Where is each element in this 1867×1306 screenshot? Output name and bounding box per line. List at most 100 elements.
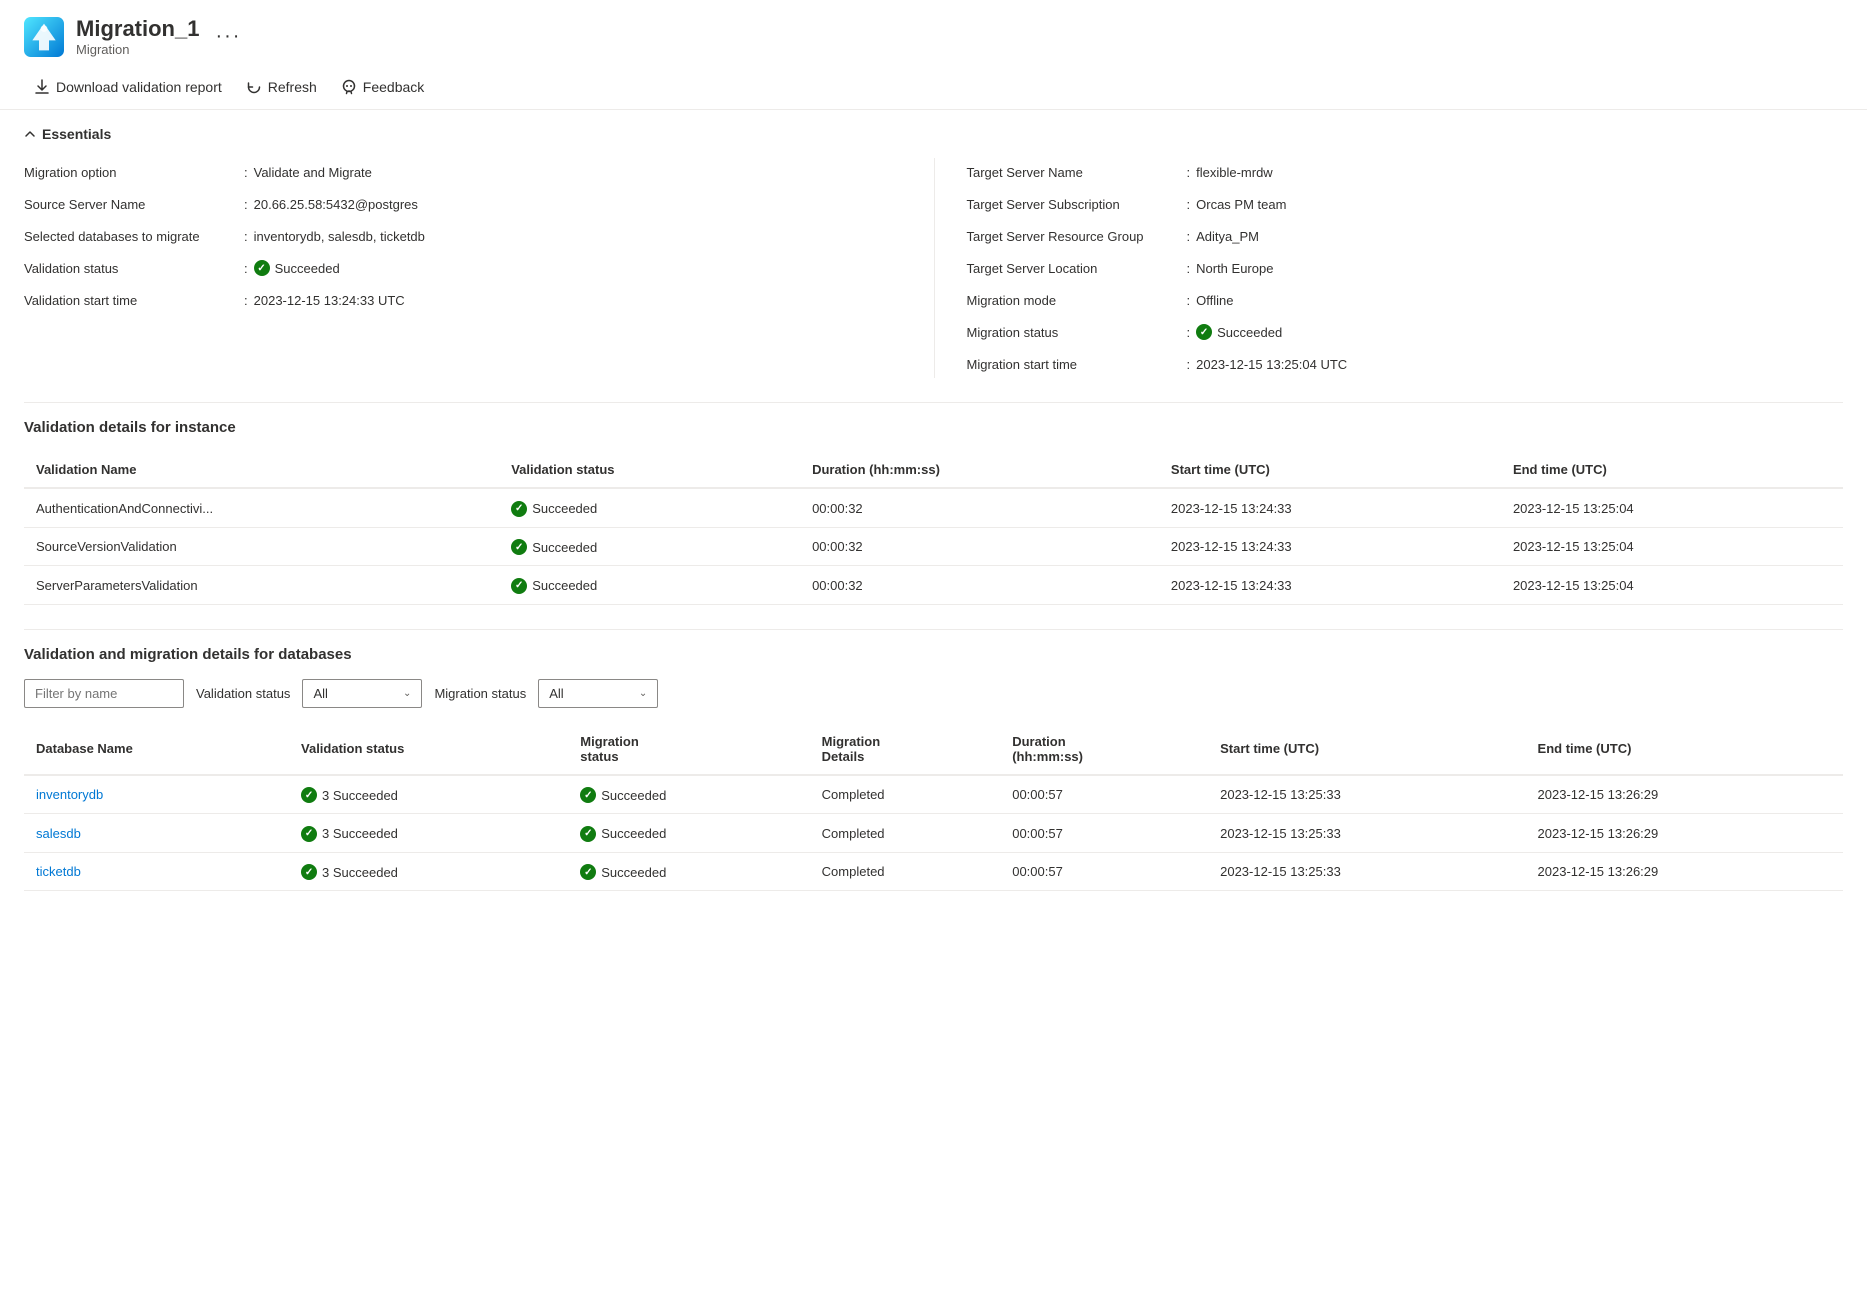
end-time-cell: 2023-12-15 13:25:04 bbox=[1501, 488, 1843, 527]
start-time-cell: 2023-12-15 13:24:33 bbox=[1159, 488, 1501, 527]
table-row: AuthenticationAndConnectivi... Succeeded… bbox=[24, 488, 1843, 527]
page-header: Migration_1 Migration ··· bbox=[0, 0, 1867, 65]
db-validation-status-cell: 3 Succeeded bbox=[289, 852, 568, 891]
refresh-icon bbox=[246, 79, 262, 95]
db-link[interactable]: ticketdb bbox=[36, 864, 81, 879]
validation-name-cell: AuthenticationAndConnectivi... bbox=[24, 488, 499, 527]
validation-status-check-icon bbox=[254, 260, 270, 276]
col-db-name: Database Name bbox=[24, 724, 289, 775]
page-title: Migration_1 bbox=[76, 16, 199, 42]
table-row: salesdb 3 Succeeded Succeeded Completed … bbox=[24, 814, 1843, 853]
table-row: ServerParametersValidation Succeeded 00:… bbox=[24, 566, 1843, 605]
download-validation-report-button[interactable]: Download validation report bbox=[24, 73, 232, 101]
migration-status-filter-label: Migration status bbox=[434, 686, 526, 701]
essentials-left: Migration option : Validate and Migrate … bbox=[24, 158, 934, 378]
db-link[interactable]: salesdb bbox=[36, 826, 81, 841]
validation-databases-table: Database Name Validation status Migratio… bbox=[24, 724, 1843, 892]
col-end-time: End time (UTC) bbox=[1501, 452, 1843, 488]
filter-bar: Validation status All ⌄ Migration status… bbox=[24, 679, 1843, 708]
check-icon bbox=[301, 864, 317, 880]
db-name-cell[interactable]: ticketdb bbox=[24, 852, 289, 891]
validation-databases-title: Validation and migration details for dat… bbox=[24, 646, 1843, 663]
check-icon bbox=[511, 501, 527, 517]
chevron-down-icon-2: ⌄ bbox=[639, 688, 647, 699]
end-time-cell: 2023-12-15 13:25:04 bbox=[1501, 566, 1843, 605]
start-time-cell: 2023-12-15 13:24:33 bbox=[1159, 527, 1501, 566]
db-start-time-cell: 2023-12-15 13:25:33 bbox=[1208, 775, 1525, 814]
essentials-row-target-location: Target Server Location : North Europe bbox=[967, 254, 1844, 282]
main-content: Essentials Migration option : Validate a… bbox=[0, 110, 1867, 931]
essentials-row-migration-mode: Migration mode : Offline bbox=[967, 286, 1844, 314]
refresh-button[interactable]: Refresh bbox=[236, 73, 327, 101]
col-validation-status: Validation status bbox=[499, 452, 800, 488]
db-duration-cell: 00:00:57 bbox=[1000, 852, 1208, 891]
db-start-time-cell: 2023-12-15 13:25:33 bbox=[1208, 814, 1525, 853]
table-row: ticketdb 3 Succeeded Succeeded Completed… bbox=[24, 852, 1843, 891]
essentials-row-migration-start-time: Migration start time : 2023-12-15 13:25:… bbox=[967, 350, 1844, 378]
header-title-group: Migration_1 Migration bbox=[76, 16, 199, 57]
validation-status-filter-select[interactable]: All ⌄ bbox=[302, 679, 422, 708]
check-icon bbox=[580, 826, 596, 842]
db-migration-status-cell: Succeeded bbox=[568, 775, 809, 814]
chevron-down-icon: ⌄ bbox=[403, 688, 411, 699]
check-icon bbox=[301, 787, 317, 803]
db-end-time-cell: 2023-12-15 13:26:29 bbox=[1526, 814, 1843, 853]
duration-cell: 00:00:32 bbox=[800, 566, 1159, 605]
end-time-cell: 2023-12-15 13:25:04 bbox=[1501, 527, 1843, 566]
essentials-row-migration-option: Migration option : Validate and Migrate bbox=[24, 158, 934, 186]
feedback-button[interactable]: Feedback bbox=[331, 73, 434, 101]
essentials-row-source-server: Source Server Name : 20.66.25.58:5432@po… bbox=[24, 190, 934, 218]
migration-status-check-icon bbox=[1196, 324, 1212, 340]
col-duration: Duration (hh:mm:ss) bbox=[800, 452, 1159, 488]
table-row: SourceVersionValidation Succeeded 00:00:… bbox=[24, 527, 1843, 566]
db-end-time-cell: 2023-12-15 13:26:29 bbox=[1526, 775, 1843, 814]
check-icon bbox=[511, 539, 527, 555]
essentials-row-target-subscription: Target Server Subscription : Orcas PM te… bbox=[967, 190, 1844, 218]
migration-status-filter-select[interactable]: All ⌄ bbox=[538, 679, 658, 708]
download-icon bbox=[34, 79, 50, 95]
col-db-migration-details: MigrationDetails bbox=[810, 724, 1001, 775]
db-validation-status-cell: 3 Succeeded bbox=[289, 775, 568, 814]
essentials-section-header[interactable]: Essentials bbox=[24, 126, 1843, 142]
validation-instance-title: Validation details for instance bbox=[24, 419, 1843, 436]
col-db-end-time: End time (UTC) bbox=[1526, 724, 1843, 775]
filter-by-name-input[interactable] bbox=[24, 679, 184, 708]
essentials-label: Essentials bbox=[42, 126, 111, 142]
col-db-start-time: Start time (UTC) bbox=[1208, 724, 1525, 775]
essentials-row-validation-status: Validation status : Succeeded bbox=[24, 254, 934, 282]
validation-name-cell: ServerParametersValidation bbox=[24, 566, 499, 605]
db-duration-cell: 00:00:57 bbox=[1000, 814, 1208, 853]
page-subtitle: Migration bbox=[76, 42, 199, 57]
table-row: inventorydb 3 Succeeded Succeeded Comple… bbox=[24, 775, 1843, 814]
validation-status-cell: Succeeded bbox=[499, 488, 800, 527]
validation-databases-header-row: Database Name Validation status Migratio… bbox=[24, 724, 1843, 775]
col-start-time: Start time (UTC) bbox=[1159, 452, 1501, 488]
db-migration-details-cell: Completed bbox=[810, 852, 1001, 891]
db-name-cell[interactable]: inventorydb bbox=[24, 775, 289, 814]
start-time-cell: 2023-12-15 13:24:33 bbox=[1159, 566, 1501, 605]
essentials-right: Target Server Name : flexible-mrdw Targe… bbox=[934, 158, 1844, 378]
more-options-button[interactable]: ··· bbox=[215, 25, 241, 48]
validation-instance-header-row: Validation Name Validation status Durati… bbox=[24, 452, 1843, 488]
db-link[interactable]: inventorydb bbox=[36, 787, 103, 802]
col-db-migration-status: Migrationstatus bbox=[568, 724, 809, 775]
validation-name-cell: SourceVersionValidation bbox=[24, 527, 499, 566]
col-validation-name: Validation Name bbox=[24, 452, 499, 488]
validation-status-cell: Succeeded bbox=[499, 527, 800, 566]
divider-2 bbox=[24, 629, 1843, 630]
db-duration-cell: 00:00:57 bbox=[1000, 775, 1208, 814]
db-migration-details-cell: Completed bbox=[810, 814, 1001, 853]
col-db-duration: Duration(hh:mm:ss) bbox=[1000, 724, 1208, 775]
db-name-cell[interactable]: salesdb bbox=[24, 814, 289, 853]
db-migration-status-cell: Succeeded bbox=[568, 852, 809, 891]
toolbar: Download validation report Refresh Feedb… bbox=[0, 65, 1867, 110]
db-start-time-cell: 2023-12-15 13:25:33 bbox=[1208, 852, 1525, 891]
check-icon bbox=[511, 578, 527, 594]
chevron-up-icon bbox=[24, 128, 36, 140]
check-icon bbox=[580, 864, 596, 880]
db-migration-details-cell: Completed bbox=[810, 775, 1001, 814]
essentials-row-target-server-name: Target Server Name : flexible-mrdw bbox=[967, 158, 1844, 186]
essentials-row-migration-status: Migration status : Succeeded bbox=[967, 318, 1844, 346]
divider-1 bbox=[24, 402, 1843, 403]
essentials-grid: Migration option : Validate and Migrate … bbox=[24, 158, 1843, 378]
